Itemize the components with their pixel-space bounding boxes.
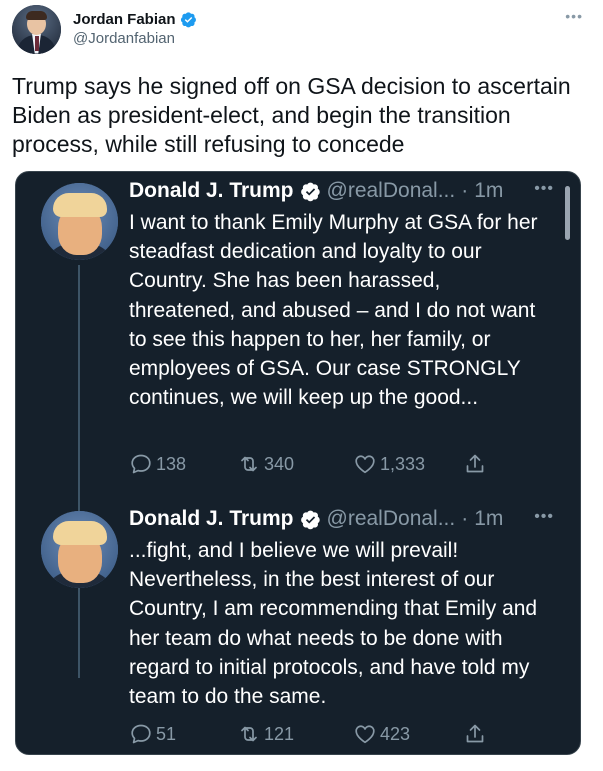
verified-badge-icon [300, 510, 320, 529]
share-button[interactable] [463, 722, 487, 746]
timestamp[interactable]: 1m [474, 507, 503, 531]
quoted-display-name[interactable]: Donald J. Trump [129, 179, 294, 203]
share-icon [466, 454, 484, 473]
retweet-count: 340 [264, 453, 295, 474]
avatar[interactable] [12, 4, 61, 54]
quoted-tweet-text: I want to thank Emily Murphy at GSA for … [129, 211, 538, 410]
like-button[interactable]: 423 [353, 722, 410, 746]
avatar[interactable] [41, 511, 118, 588]
author-handle[interactable]: @Jordanfabian [73, 29, 197, 48]
reply-count: 138 [156, 453, 187, 474]
verified-badge-icon [180, 12, 196, 28]
tweet-text: Trump says he signed off on GSA decision… [12, 73, 571, 157]
more-icon[interactable]: ••• [534, 508, 554, 526]
reply-icon [131, 454, 151, 474]
quoted-tweet[interactable]: Donald J. Trump @realDonal... · 1m ••• .… [16, 500, 580, 750]
quoted-handle[interactable]: @realDonal... [327, 507, 456, 531]
timestamp[interactable]: 1m [474, 179, 503, 203]
reply-button[interactable]: 138 [129, 452, 186, 476]
retweet-button[interactable]: 121 [237, 722, 294, 746]
avatar[interactable] [41, 183, 118, 260]
share-icon [466, 724, 484, 743]
separator-dot: · [461, 507, 469, 530]
share-button[interactable] [463, 452, 487, 476]
retweet-count: 121 [264, 723, 295, 744]
heart-icon [355, 455, 375, 474]
quoted-handle[interactable]: @realDonal... [327, 179, 456, 203]
separator-dot: · [461, 179, 469, 202]
retweet-icon [241, 456, 257, 472]
tweet-author[interactable]: Jordan Fabian @Jordanfabian [12, 4, 197, 54]
author-display-name[interactable]: Jordan Fabian [73, 10, 176, 29]
more-icon[interactable]: ••• [534, 180, 554, 198]
quoted-tweet[interactable]: Donald J. Trump @realDonal... · 1m ••• I… [16, 172, 580, 480]
like-count: 423 [380, 723, 411, 744]
more-icon[interactable]: ••• [565, 8, 583, 24]
reply-count: 51 [156, 723, 177, 744]
like-button[interactable]: 1,333 [353, 452, 425, 476]
like-count: 1,333 [380, 453, 426, 474]
reply-icon [131, 724, 151, 744]
quoted-tweet-text: ...fight, and I believe we will prevail!… [129, 539, 538, 709]
reply-button[interactable]: 51 [129, 722, 176, 746]
retweet-button[interactable]: 340 [237, 452, 294, 476]
embedded-thread-image[interactable]: Donald J. Trump @realDonal... · 1m ••• I… [15, 171, 581, 755]
quoted-display-name[interactable]: Donald J. Trump [129, 507, 294, 531]
retweet-icon [241, 726, 257, 742]
heart-icon [355, 725, 375, 744]
verified-badge-icon [300, 182, 320, 201]
